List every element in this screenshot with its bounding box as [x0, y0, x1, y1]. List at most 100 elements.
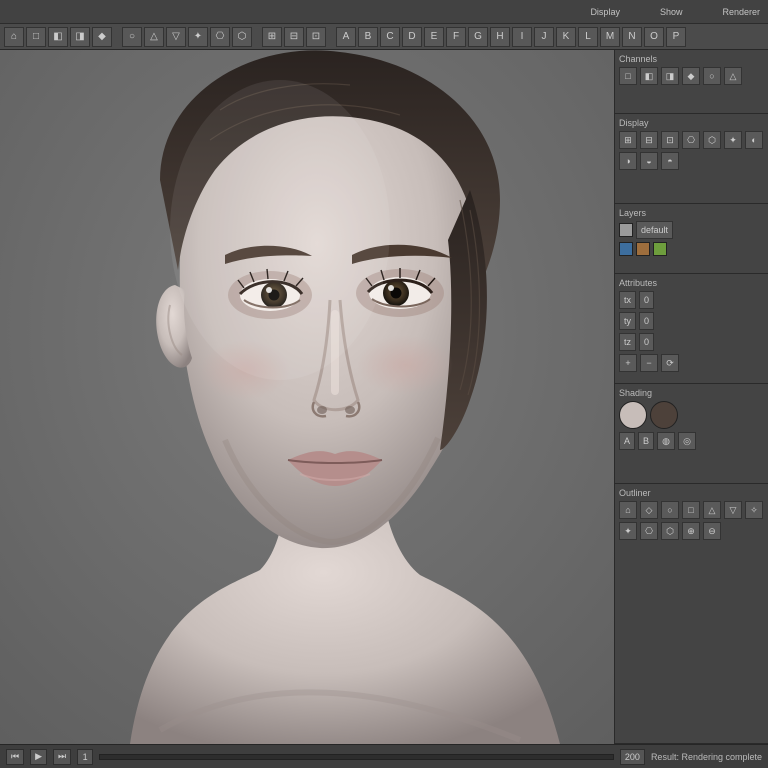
channel-button[interactable]: ◧ — [640, 67, 658, 85]
attr-label-tz: tz — [619, 333, 636, 351]
display-option[interactable]: ◓ — [661, 152, 679, 170]
timeline-forward-icon[interactable]: ⏭ — [53, 749, 71, 765]
shelf-tool-n[interactable]: N — [622, 27, 642, 47]
outliner-item[interactable]: △ — [703, 501, 721, 519]
shelf-split-right-icon[interactable]: ◨ — [70, 27, 90, 47]
shelf-grid-minus-icon[interactable]: ⊟ — [284, 27, 304, 47]
layer-color-swatch[interactable] — [619, 242, 633, 256]
timeline-play-icon[interactable]: ▶ — [30, 749, 47, 765]
shade-toggle[interactable]: ◍ — [657, 432, 675, 450]
outliner-item[interactable]: ✧ — [745, 501, 763, 519]
shelf-diamond-icon[interactable]: ◆ — [92, 27, 112, 47]
layer-color-swatch[interactable] — [653, 242, 667, 256]
panel-channels: Channels □ ◧ ◨ ◆ ○ △ — [615, 50, 768, 114]
channel-button[interactable]: △ — [724, 67, 742, 85]
shelf-tool-o[interactable]: O — [644, 27, 664, 47]
outliner-item[interactable]: ⊖ — [703, 522, 721, 540]
status-message: Result: Rendering complete — [651, 752, 762, 762]
shelf-grid-plus-icon[interactable]: ⊞ — [262, 27, 282, 47]
display-option[interactable]: ⎔ — [682, 131, 700, 149]
channel-button[interactable]: □ — [619, 67, 637, 85]
channel-button[interactable]: ◆ — [682, 67, 700, 85]
shelf-tool-b[interactable]: B — [358, 27, 378, 47]
attr-label-ty: ty — [619, 312, 636, 330]
viewport-3d[interactable] — [0, 50, 614, 744]
shelf-tool-m[interactable]: M — [600, 27, 620, 47]
display-option[interactable]: ◑ — [619, 152, 637, 170]
display-option[interactable]: ⊟ — [640, 131, 658, 149]
outliner-item[interactable]: □ — [682, 501, 700, 519]
shelf-tri-down-icon[interactable]: ▽ — [166, 27, 186, 47]
shelf-tool-e[interactable]: E — [424, 27, 444, 47]
panel-shading: Shading A B ◍ ◎ — [615, 384, 768, 484]
attr-label-tx: tx — [619, 291, 636, 309]
display-option[interactable]: ⊞ — [619, 131, 637, 149]
display-option[interactable]: ◒ — [640, 152, 658, 170]
timeline-rewind-icon[interactable]: ⏮ — [6, 749, 24, 765]
shade-mode-a[interactable]: A — [619, 432, 635, 450]
shelf-tool-c[interactable]: C — [380, 27, 400, 47]
display-option[interactable]: ⊡ — [661, 131, 679, 149]
outliner-item[interactable]: ⊕ — [682, 522, 700, 540]
channel-button[interactable]: ○ — [703, 67, 721, 85]
shelf-tool-k[interactable]: K — [556, 27, 576, 47]
shelf-tool-p[interactable]: P — [666, 27, 686, 47]
shelf-tool-i[interactable]: I — [512, 27, 532, 47]
outliner-item[interactable]: ▽ — [724, 501, 742, 519]
attr-button[interactable]: − — [640, 354, 658, 372]
material-swatch[interactable] — [650, 401, 678, 429]
display-option[interactable]: ⬡ — [703, 131, 721, 149]
shelf-grid-dot-icon[interactable]: ⊡ — [306, 27, 326, 47]
shelf-hex2-icon[interactable]: ⬡ — [232, 27, 252, 47]
layer-visibility-icon[interactable] — [619, 223, 633, 237]
shade-toggle[interactable]: ◎ — [678, 432, 696, 450]
attr-button[interactable]: ⟳ — [661, 354, 679, 372]
shelf-split-left-icon[interactable]: ◧ — [48, 27, 68, 47]
attr-value[interactable]: 0 — [639, 333, 654, 351]
panel-title: Outliner — [619, 488, 764, 498]
outliner-item[interactable]: ◇ — [640, 501, 658, 519]
shelf-tri-up-icon[interactable]: △ — [144, 27, 164, 47]
shelf-tool-h[interactable]: H — [490, 27, 510, 47]
panel-layers: Layers default — [615, 204, 768, 274]
panel-title: Display — [619, 118, 764, 128]
shelf-tool-g[interactable]: G — [468, 27, 488, 47]
outliner-item[interactable]: ✦ — [619, 522, 637, 540]
frame-end-field[interactable]: 200 — [620, 749, 645, 765]
shelf-star-icon[interactable]: ✦ — [188, 27, 208, 47]
outliner-item[interactable]: ○ — [661, 501, 679, 519]
display-option[interactable]: ✦ — [724, 131, 742, 149]
layer-color-swatch[interactable] — [636, 242, 650, 256]
attr-button[interactable]: + — [619, 354, 637, 372]
display-option[interactable]: ◐ — [745, 131, 763, 149]
timeline-track[interactable] — [99, 754, 614, 760]
shelf-tool-a[interactable]: A — [336, 27, 356, 47]
shelf-tool-f[interactable]: F — [446, 27, 466, 47]
attr-value[interactable]: 0 — [639, 312, 654, 330]
shelf-home-icon[interactable]: ⌂ — [4, 27, 24, 47]
outliner-item[interactable]: ⎔ — [640, 522, 658, 540]
outliner-item[interactable]: ⬡ — [661, 522, 679, 540]
panel-title: Shading — [619, 388, 764, 398]
channel-button[interactable]: ◨ — [661, 67, 679, 85]
layer-item[interactable]: default — [636, 221, 673, 239]
shelf-tool-d[interactable]: D — [402, 27, 422, 47]
shelf-tool-l[interactable]: L — [578, 27, 598, 47]
material-swatch[interactable] — [619, 401, 647, 429]
frame-start-field[interactable]: 1 — [77, 749, 93, 765]
shelf-hex-icon[interactable]: ⎔ — [210, 27, 230, 47]
shade-mode-b[interactable]: B — [638, 432, 654, 450]
attr-value[interactable]: 0 — [639, 291, 654, 309]
shelf-box-icon[interactable]: □ — [26, 27, 46, 47]
top-menu-bar: Display Show Renderer — [0, 0, 768, 24]
outliner-item[interactable]: ⌂ — [619, 501, 637, 519]
menu-display[interactable]: Display — [590, 7, 620, 17]
panel-attributes: Attributes tx 0 ty 0 tz 0 + − ⟳ — [615, 274, 768, 384]
panel-title: Channels — [619, 54, 764, 64]
menu-show[interactable]: Show — [660, 7, 683, 17]
shelf-circle-icon[interactable]: ○ — [122, 27, 142, 47]
shelf-tool-j[interactable]: J — [534, 27, 554, 47]
right-panel-dock: Channels □ ◧ ◨ ◆ ○ △ Display ⊞ ⊟ ⊡ ⎔ ⬡ ✦… — [614, 50, 768, 744]
menu-renderer[interactable]: Renderer — [722, 7, 760, 17]
status-bar: ⏮ ▶ ⏭ 1 200 Result: Rendering complete — [0, 744, 768, 768]
